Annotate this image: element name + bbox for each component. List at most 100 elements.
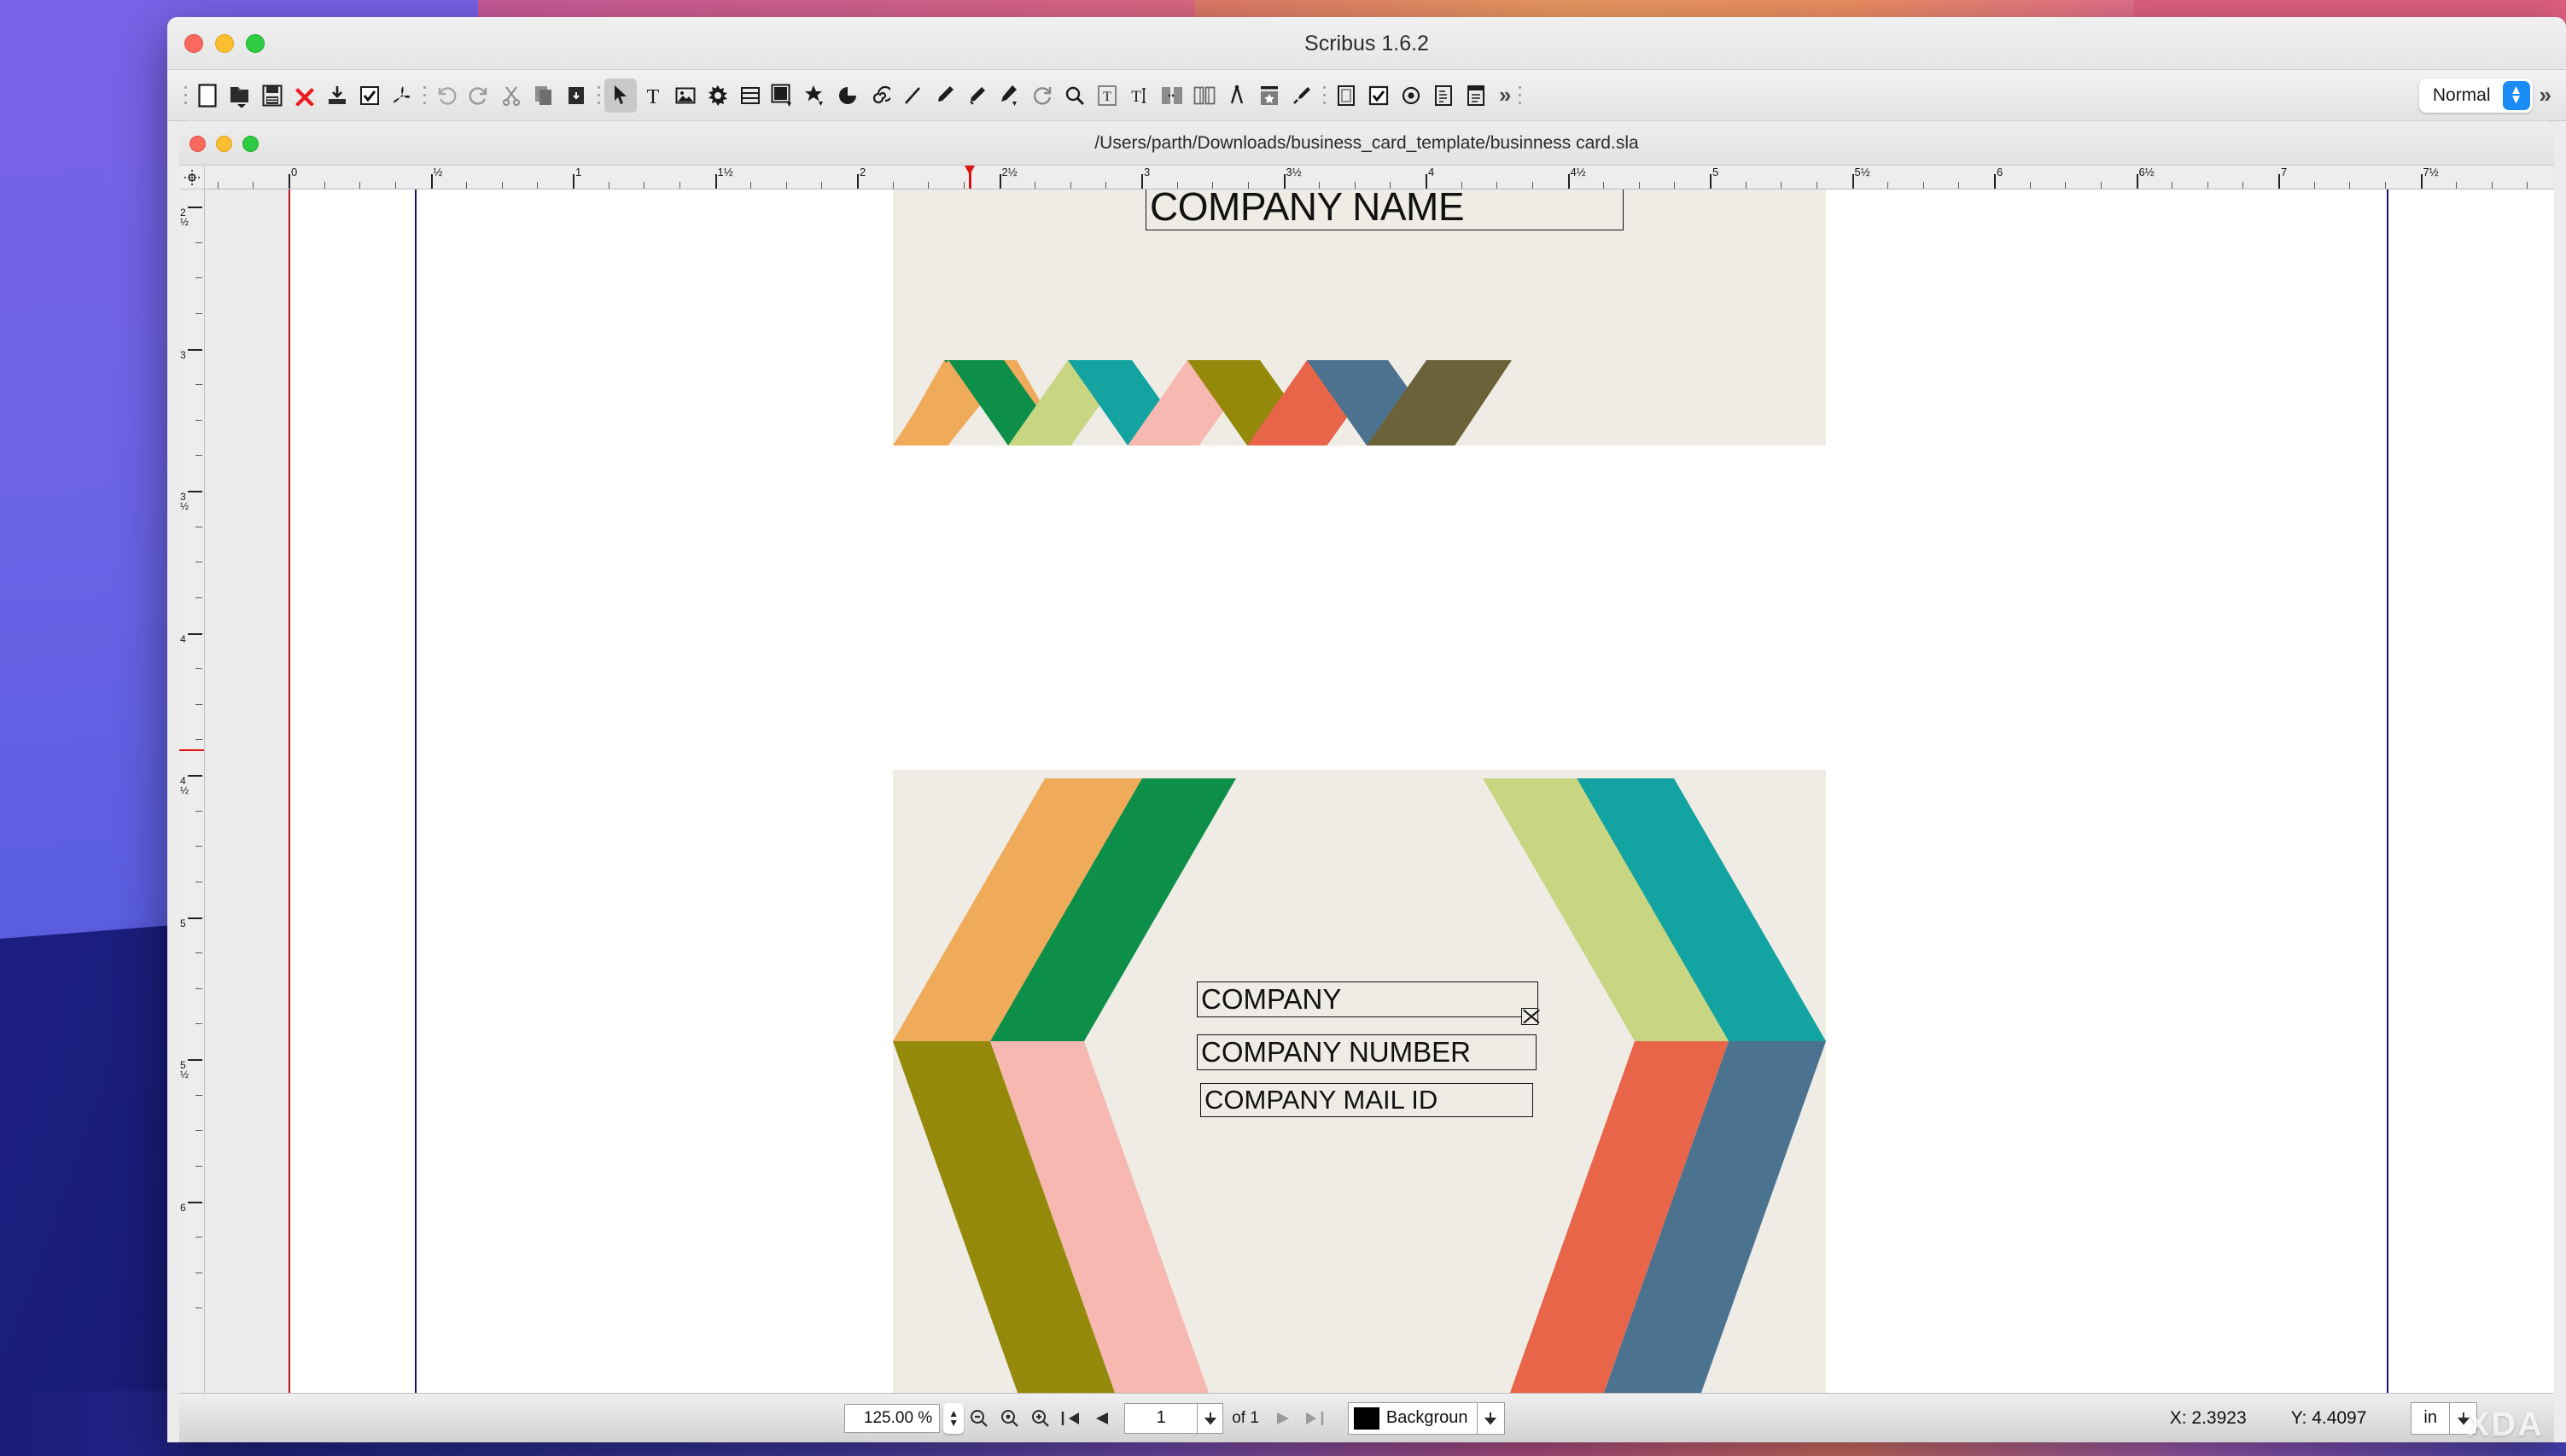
unlink-text-frames-icon[interactable] [1188, 79, 1221, 113]
ruler-label: 6½ [2138, 166, 2155, 178]
layer-label: Backgroun [1385, 1408, 1468, 1427]
insert-arc-icon[interactable] [831, 79, 864, 113]
pdf-text-field-icon[interactable] [1330, 79, 1362, 113]
zoom-level-field[interactable]: 125.00 % [844, 1403, 941, 1433]
first-page-icon[interactable] [1056, 1403, 1087, 1434]
last-page-icon[interactable] [1298, 1403, 1329, 1434]
pdf-check-box-icon[interactable] [1362, 79, 1395, 113]
insert-polygon-icon[interactable] [799, 79, 831, 113]
previous-page-icon[interactable] [1087, 1403, 1117, 1434]
ruler-tick-minor [750, 182, 752, 189]
cut-icon[interactable] [495, 79, 528, 113]
insert-render-frame-icon[interactable] [702, 79, 734, 113]
preflight-verifier-icon[interactable] [353, 79, 386, 113]
redo-icon[interactable] [463, 79, 495, 113]
ruler-tick-minor [1319, 182, 1321, 189]
ruler-tick-minor [195, 384, 202, 386]
company-frame[interactable]: COMPANY [1197, 981, 1538, 1025]
page-number-field[interactable]: 1 [1124, 1402, 1198, 1434]
measurements-icon[interactable] [1221, 79, 1253, 113]
toolbar-grip-5[interactable] [1513, 81, 1525, 110]
ruler-tick-minor [359, 182, 361, 189]
paste-icon[interactable] [560, 79, 592, 113]
ruler-tick-minor [195, 1307, 202, 1309]
next-page-icon[interactable] [1268, 1403, 1298, 1434]
undo-icon[interactable] [430, 79, 463, 113]
page-number-dropdown[interactable] [1198, 1402, 1224, 1434]
ruler-origin-box[interactable] [179, 166, 205, 189]
zoom-in-icon[interactable] [1025, 1403, 1056, 1434]
ruler-tick-minor [2384, 182, 2386, 189]
save-document-icon[interactable] [256, 79, 289, 113]
rotate-item-icon[interactable] [1026, 79, 1058, 113]
insert-text-frame-icon[interactable]: T [637, 79, 669, 113]
business-card-front[interactable]: COMPANY NAME [893, 189, 1826, 446]
insert-spiral-icon[interactable] [864, 79, 896, 113]
select-item-icon[interactable] [604, 78, 637, 113]
edit-contents-of-frame-icon[interactable]: T [1091, 79, 1123, 113]
insert-bezier-curve-icon[interactable] [929, 79, 961, 113]
company-number-frame[interactable]: COMPANY NUMBER [1197, 1034, 1537, 1070]
insert-line-icon[interactable] [896, 79, 929, 113]
insert-freehand-line-icon[interactable] [961, 79, 994, 113]
zoom-out-icon[interactable] [964, 1403, 994, 1434]
vertical-ruler[interactable]: 2½ 3 3½ 4 4½ 5 5½ 6 [179, 189, 205, 1393]
ruler-tick-minor [1674, 182, 1676, 189]
zoom-stepper[interactable]: ▲ ▼ [943, 1402, 965, 1434]
ruler-tick-minor [195, 419, 202, 421]
canvas[interactable]: COMPANY NAME COMPANY COMPANY NUMBER COMP… [205, 189, 2554, 1393]
ruler-tick-minor [2065, 182, 2067, 189]
company-mail-id-frame[interactable]: COMPANY MAIL ID [1200, 1083, 1533, 1117]
margin-guide-left [415, 189, 417, 1393]
layer-select[interactable]: Backgroun [1347, 1401, 1505, 1435]
window-overflow-icon[interactable]: » [2533, 82, 2554, 108]
copy-icon[interactable] [528, 79, 560, 113]
insert-image-frame-icon[interactable] [669, 79, 702, 113]
zoom-icon[interactable] [1058, 79, 1091, 113]
zigzag-graphic-top-overlay [893, 360, 1482, 446]
toolbar-grip[interactable] [179, 81, 191, 110]
pdf-radio-button-icon[interactable] [1395, 79, 1427, 113]
open-document-icon[interactable] [224, 79, 256, 113]
ruler-tick-minor [1105, 182, 1107, 189]
toolbar-grip-2[interactable] [418, 81, 430, 110]
company-name-frame[interactable]: COMPANY NAME [1146, 189, 1624, 230]
ruler-tick-minor [195, 739, 202, 741]
view-mode-select[interactable]: Normal ▲ ▼ [2418, 78, 2533, 113]
text-overflow-icon[interactable] [1521, 1008, 1538, 1025]
ruler-label: 3 [1144, 166, 1151, 178]
ruler-tick-minor [195, 846, 202, 847]
ruler-tick-minor [1176, 182, 1178, 189]
ruler-tick-minor [2207, 182, 2208, 189]
copy-item-properties-icon[interactable] [1253, 79, 1286, 113]
business-card-back[interactable]: COMPANY COMPANY NUMBER COMPANY MAIL ID [893, 770, 1826, 1393]
ruler-tick-minor [1781, 182, 1782, 189]
link-text-frames-icon[interactable] [1156, 79, 1188, 113]
eye-dropper-icon[interactable] [1286, 79, 1318, 113]
insert-table-icon[interactable] [734, 79, 767, 113]
ruler-tick-minor [195, 242, 202, 243]
pdf-combo-box-icon[interactable] [1460, 79, 1492, 113]
zoom-100-icon[interactable] [994, 1403, 1025, 1434]
view-mode-stepper[interactable]: ▲ ▼ [2502, 80, 2530, 110]
ruler-tick-minor [2242, 182, 2244, 189]
ruler-tick-minor [2456, 182, 2458, 189]
cursor-y-coordinate: Y: 4.4097 [2291, 1408, 2367, 1429]
ruler-tick-minor [2029, 182, 2031, 189]
pdf-list-box-icon[interactable] [1427, 79, 1460, 113]
close-document-icon[interactable] [289, 79, 321, 113]
ruler-tick-minor [1070, 182, 1071, 189]
export-icon[interactable] [321, 79, 353, 113]
toolbar-overflow-icon[interactable]: » [1492, 82, 1513, 108]
toolbar-grip-3[interactable] [592, 81, 604, 110]
ruler-label: 1 [575, 166, 582, 178]
layer-dropdown-icon[interactable] [1476, 1401, 1504, 1435]
ruler-tick-minor [195, 703, 202, 705]
edit-text-in-story-editor-icon[interactable]: T [1123, 79, 1156, 113]
save-as-pdf-icon[interactable] [386, 79, 418, 113]
horizontal-ruler[interactable]: 0½11½22½33½44½55½66½77½8 [205, 166, 2554, 189]
toolbar-grip-4[interactable] [1318, 81, 1330, 110]
insert-shape-icon[interactable] [767, 79, 799, 113]
insert-calligraphic-line-icon[interactable] [994, 79, 1026, 113]
new-document-icon[interactable] [191, 79, 224, 113]
